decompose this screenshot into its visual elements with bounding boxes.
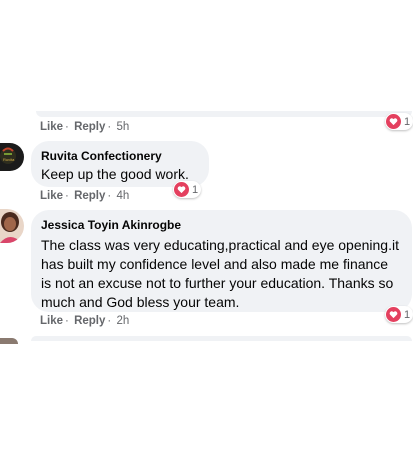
previous-comment-bubble-edge [36,111,412,117]
heart-reaction-icon [386,307,401,322]
svg-text:Ruvita: Ruvita [3,157,15,162]
comment-author[interactable]: Jessica Toyin Akinrogbe [41,218,402,232]
avatar[interactable] [0,209,24,243]
reaction-badge[interactable]: 1 [173,181,202,198]
comment-text: The class was very educating,practical a… [41,237,399,310]
like-button[interactable]: Like [40,121,63,133]
comment-author[interactable]: Ruvita Confectionery [41,149,199,163]
comment-text: Keep up the good work. [41,166,189,182]
comment-actions: Like · Reply · 5h [40,121,130,133]
reaction-count: 1 [192,183,199,196]
next-comment-bubble-edge [31,336,412,341]
comment-timestamp[interactable]: 4h [116,190,129,202]
avatar[interactable] [0,338,18,344]
comment-bubble: Jessica Toyin Akinrogbe The class was ve… [31,210,412,312]
reply-button[interactable]: Reply [74,121,105,133]
heart-reaction-icon [174,182,189,197]
reaction-count: 1 [404,115,411,128]
reply-button[interactable]: Reply [74,315,105,327]
reaction-badge[interactable]: 1 [385,113,413,130]
heart-reaction-icon [386,114,401,129]
reaction-count: 1 [404,308,411,321]
comment-actions: Like · Reply · 2h [40,315,130,327]
like-button[interactable]: Like [40,190,63,202]
comment-timestamp[interactable]: 2h [116,315,129,327]
reply-button[interactable]: Reply [74,190,105,202]
comment-actions: Like · Reply · 4h [40,190,130,202]
reaction-badge[interactable]: 1 [385,306,413,323]
avatar[interactable]: Ruvita [0,143,24,171]
like-button[interactable]: Like [40,315,63,327]
comment-timestamp[interactable]: 5h [116,121,129,133]
